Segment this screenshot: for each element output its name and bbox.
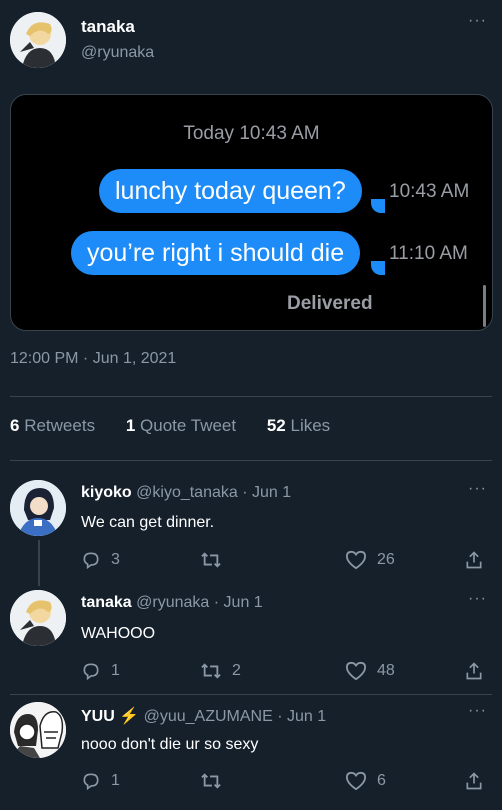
share-icon[interactable] <box>464 771 484 791</box>
like-action[interactable]: 48 <box>345 661 395 681</box>
reply-header: kiyoko @kiyo_tanaka · Jun 1 <box>81 484 291 502</box>
more-options-icon[interactable]: ··· <box>468 702 487 720</box>
heart-icon[interactable] <box>345 661 367 681</box>
imessage-time: 10:43 AM <box>389 181 470 202</box>
reply-text: We can get dinner. <box>81 514 215 531</box>
bubble-tail <box>371 261 385 275</box>
tweet-stats: 6 Retweets 1 Quote Tweet 52 Likes <box>10 416 356 436</box>
reply-author-name[interactable]: tanaka <box>81 594 132 611</box>
share-icon[interactable] <box>464 550 484 570</box>
heart-icon[interactable] <box>345 771 367 791</box>
divider <box>10 396 492 397</box>
author-avatar[interactable] <box>10 12 66 68</box>
imessage-bubble: you’re right i should die <box>71 231 361 275</box>
reply-author-name[interactable]: kiyoko <box>81 484 132 501</box>
reply-avatar[interactable] <box>10 590 66 646</box>
more-options-icon[interactable]: ··· <box>468 590 487 608</box>
imessage-text: lunchy today queen? <box>115 177 346 205</box>
imessage-date-header: Today 10:43 AM <box>183 123 320 144</box>
imessage-bubble: lunchy today queen? <box>99 169 362 213</box>
retweet-icon[interactable] <box>200 550 222 570</box>
like-count: 26 <box>377 551 395 568</box>
reply-avatar[interactable] <box>10 702 66 758</box>
reply-count: 1 <box>111 662 120 679</box>
share-icon[interactable] <box>464 661 484 681</box>
reply-text: WAHOOO <box>81 625 156 642</box>
divider <box>10 460 492 461</box>
retweet-action[interactable] <box>200 771 232 791</box>
thread-connector <box>38 540 40 586</box>
share-action[interactable] <box>464 550 484 570</box>
reply-header: YUU ⚡ @yuu_AZUMANE · Jun 1 <box>81 706 326 726</box>
imessage-text: you’re right i should die <box>87 239 345 267</box>
reply-header: tanaka @ryunaka · Jun 1 <box>81 594 263 612</box>
retweet-action[interactable]: 2 <box>200 661 241 681</box>
author-name[interactable]: tanaka <box>81 17 135 37</box>
share-action[interactable] <box>464 661 484 681</box>
retweet-count: 2 <box>232 662 241 679</box>
imessage-delivered-status: Delivered <box>287 293 373 314</box>
reply-handle-date[interactable]: @ryunaka · Jun 1 <box>136 594 263 611</box>
reply-action[interactable]: 1 <box>81 661 120 681</box>
divider <box>10 694 492 695</box>
reply-action[interactable]: 3 <box>81 550 120 570</box>
share-action[interactable] <box>464 771 484 791</box>
like-count: 6 <box>377 772 386 789</box>
likes-stat[interactable]: 52 Likes <box>267 416 330 435</box>
retweet-icon[interactable] <box>200 771 222 791</box>
more-options-icon[interactable]: ··· <box>468 12 487 30</box>
reply-icon[interactable] <box>81 771 101 791</box>
imessage-scrollbar <box>483 285 486 327</box>
retweet-action[interactable] <box>200 550 232 570</box>
like-action[interactable]: 26 <box>345 550 395 570</box>
more-options-icon[interactable]: ··· <box>468 480 487 498</box>
reply-text: nooo don't die ur so sexy <box>81 736 259 753</box>
like-action[interactable]: 6 <box>345 771 386 791</box>
tweet-media-image[interactable]: Today 10:43 AM lunchy today queen? 10:43… <box>10 94 493 331</box>
tweet-timestamp[interactable]: 12:00 PM · Jun 1, 2021 <box>10 350 176 368</box>
retweet-icon[interactable] <box>200 661 222 681</box>
reply-action[interactable]: 1 <box>81 771 120 791</box>
reply-handle-date[interactable]: @yuu_AZUMANE · Jun 1 <box>144 708 327 725</box>
author-handle[interactable]: @ryunaka <box>81 44 154 62</box>
reply-icon[interactable] <box>81 661 101 681</box>
reply-count: 3 <box>111 551 120 568</box>
reply-author-name[interactable]: YUU <box>81 708 115 725</box>
reply-count: 1 <box>111 772 120 789</box>
heart-icon[interactable] <box>345 550 367 570</box>
retweets-stat[interactable]: 6 Retweets <box>10 416 95 435</box>
reply-icon[interactable] <box>81 550 101 570</box>
bubble-tail <box>371 199 385 213</box>
quote-tweets-stat[interactable]: 1 Quote Tweet <box>126 416 236 435</box>
lightning-emoji: ⚡ <box>119 708 140 725</box>
reply-avatar[interactable] <box>10 480 66 536</box>
imessage-time: 11:10 AM <box>389 243 468 264</box>
reply-handle-date[interactable]: @kiyo_tanaka · Jun 1 <box>136 484 291 501</box>
like-count: 48 <box>377 662 395 679</box>
